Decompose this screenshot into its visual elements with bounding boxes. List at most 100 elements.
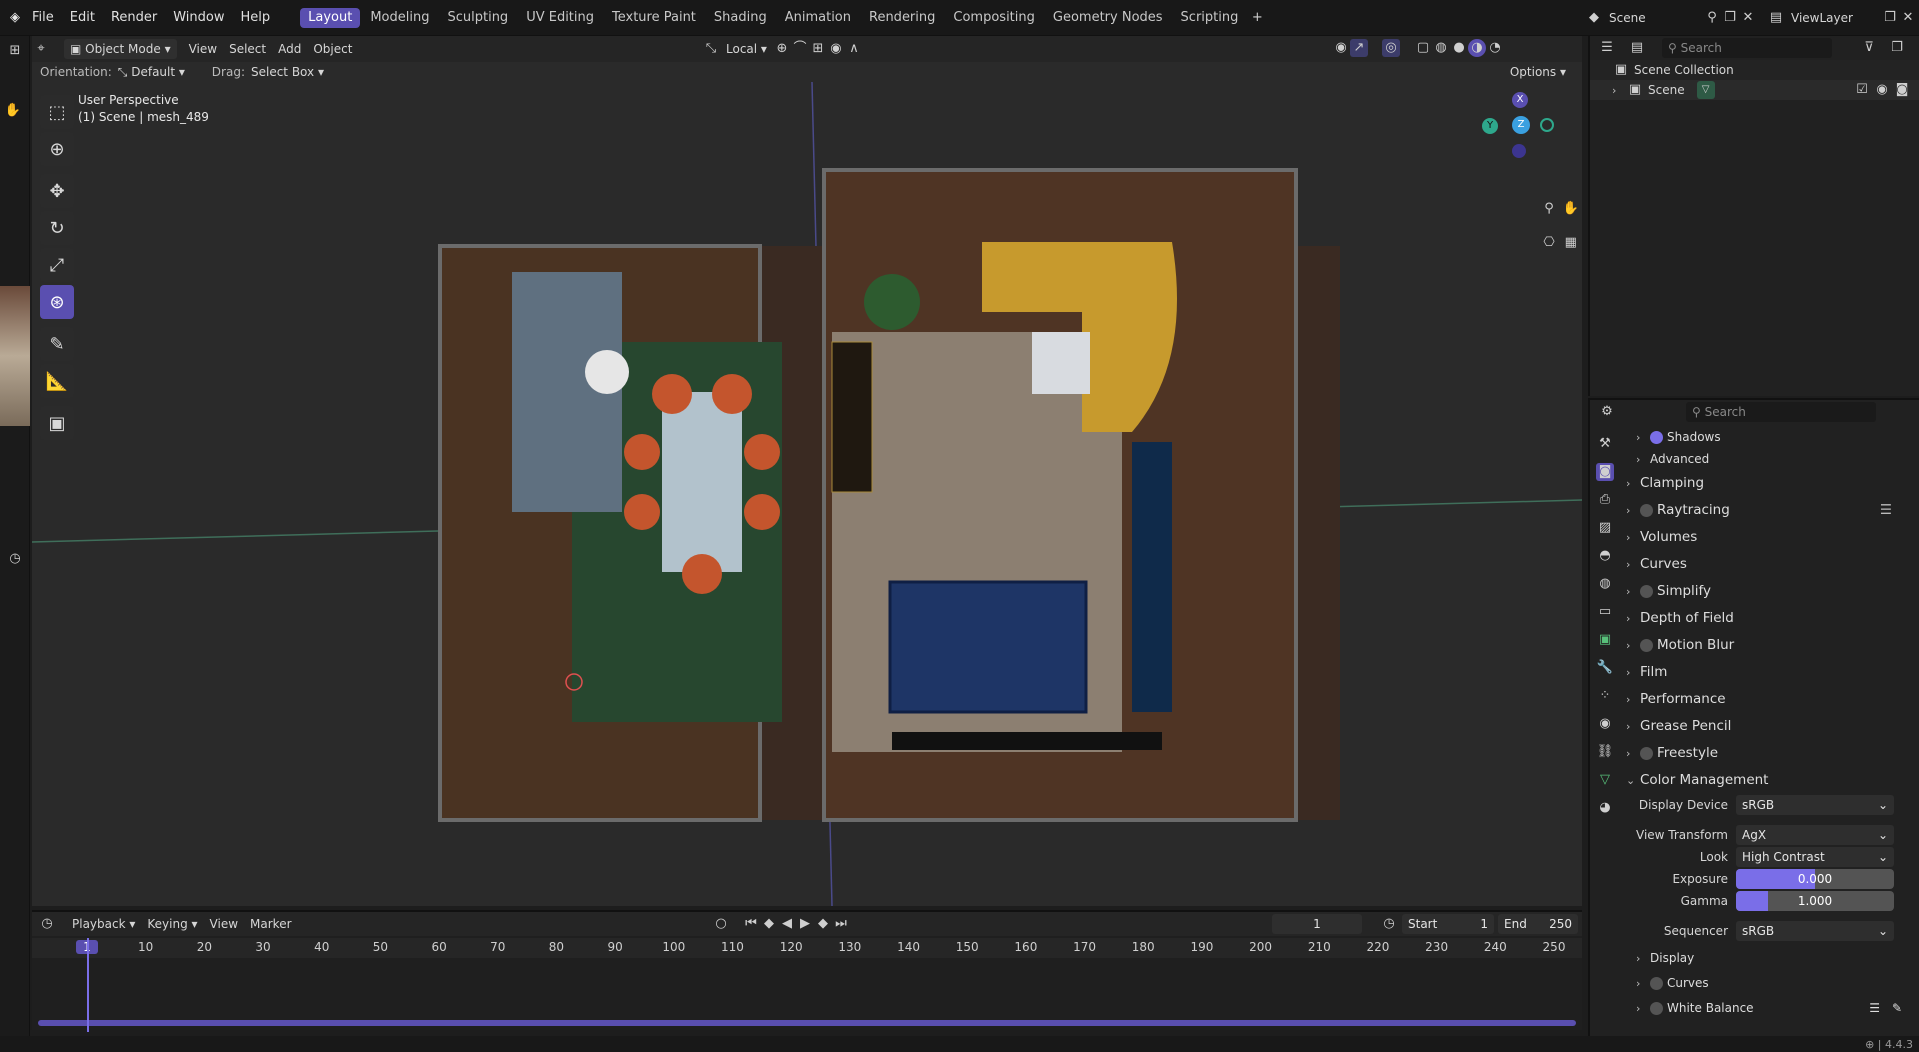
menu-view[interactable]: View — [183, 39, 223, 59]
add-cube-tool[interactable]: ▣ — [40, 406, 74, 440]
viewlayer-name-field[interactable]: ViewLayer — [1785, 8, 1881, 28]
gizmo-y-axis[interactable]: Y — [1482, 118, 1498, 134]
raytracing-checkbox[interactable] — [1640, 503, 1653, 517]
view-transform-dropdown[interactable]: AgX ⌄ — [1736, 825, 1894, 845]
start-frame-field[interactable]: Start 1 — [1402, 914, 1494, 934]
editor-type-icon[interactable]: ⊞ — [6, 42, 24, 60]
snap-target-icon[interactable]: ⊞ — [809, 40, 827, 58]
section-film[interactable]: › Film — [1626, 659, 1916, 686]
gizmo-x-axis[interactable]: X — [1512, 92, 1528, 108]
physics-tab-icon[interactable]: ◉ — [1596, 715, 1614, 733]
scene-data-icon[interactable]: ▽ — [1696, 81, 1715, 99]
look-dropdown[interactable]: High Contrast ⌄ — [1736, 847, 1894, 867]
camera-render-icon[interactable]: ◙ — [1893, 81, 1911, 99]
display-device-dropdown[interactable]: sRGB ⌄ — [1736, 795, 1894, 815]
gamma-slider[interactable]: 1.000 — [1736, 891, 1894, 911]
frame-ruler[interactable]: 1102030405060708090100110120130140150160… — [32, 938, 1582, 958]
stopwatch-icon[interactable]: ◷ — [1380, 915, 1398, 933]
blender-logo-icon[interactable]: ◈ — [6, 9, 24, 27]
measure-tool[interactable]: 📐 — [40, 364, 74, 398]
overlays-icon[interactable]: ◎ — [1382, 39, 1400, 57]
end-frame-field[interactable]: End 250 — [1498, 914, 1578, 934]
zoom-icon[interactable]: ⚲ — [1540, 200, 1558, 218]
prev-keyframe-icon[interactable]: ◆ — [760, 915, 778, 933]
solid-shading-icon[interactable]: ● — [1450, 39, 1468, 57]
scale-tool[interactable]: ⤢ — [40, 248, 74, 282]
tab-scripting[interactable]: Scripting — [1173, 8, 1247, 28]
section-advanced[interactable]: › Advanced — [1626, 448, 1916, 470]
menu-render[interactable]: Render — [103, 0, 165, 36]
properties-search-input[interactable]: ⚲ Search — [1686, 402, 1876, 422]
menu-select[interactable]: Select — [223, 39, 272, 59]
tab-sculpting[interactable]: Sculpting — [439, 8, 516, 28]
scene-name-field[interactable]: Scene — [1603, 8, 1703, 28]
pan-hand-icon[interactable]: ✋ — [1562, 200, 1580, 218]
section-shadows[interactable]: › Shadows — [1626, 426, 1916, 448]
gizmo-neg-x-axis[interactable] — [1512, 144, 1526, 158]
checkbox-icon[interactable]: ☑ — [1853, 81, 1871, 99]
shadows-checkbox[interactable] — [1650, 431, 1663, 444]
xray-icon[interactable]: ▢ — [1414, 39, 1432, 57]
transform-orientation-dropdown[interactable]: Local ▾ — [720, 39, 773, 59]
menu-file[interactable]: File — [24, 0, 62, 36]
display-mode-icon[interactable]: ▤ — [1628, 39, 1646, 57]
add-workspace-icon[interactable]: + — [1248, 9, 1266, 27]
tab-geometry-nodes[interactable]: Geometry Nodes — [1045, 8, 1171, 28]
timeline-scrollbar[interactable] — [38, 1020, 1576, 1026]
mode-dropdown[interactable]: ▣ Object Mode ▾ — [64, 39, 177, 59]
motion-blur-checkbox[interactable] — [1640, 638, 1653, 652]
section-freestyle[interactable]: › Freestyle — [1626, 740, 1916, 767]
options-dropdown[interactable]: Options ▾ — [1504, 62, 1572, 82]
rendered-shading-icon[interactable]: ◔ — [1486, 39, 1504, 57]
playback-menu[interactable]: Playback ▾ — [66, 914, 141, 934]
section-clamping[interactable]: › Clamping — [1626, 470, 1916, 497]
clock-icon[interactable]: ◷ — [6, 550, 24, 568]
expand-chevron-icon[interactable]: › — [1612, 84, 1626, 97]
subsection-white-balance[interactable]: › White Balance ☰ ✎ — [1626, 996, 1916, 1021]
select-box-tool[interactable]: ⬚ — [40, 95, 74, 129]
transform-tool[interactable]: ⊛ — [40, 285, 74, 319]
tab-modeling[interactable]: Modeling — [362, 8, 437, 28]
rotate-tool[interactable]: ↻ — [40, 211, 74, 245]
section-depth-of-field[interactable]: › Depth of Field — [1626, 605, 1916, 632]
freestyle-checkbox[interactable] — [1640, 746, 1653, 760]
world-tab-icon[interactable]: ◍ — [1596, 575, 1614, 593]
keying-menu[interactable]: Keying ▾ — [141, 914, 203, 934]
jump-start-icon[interactable]: ⏮ — [742, 915, 760, 933]
play-reverse-icon[interactable]: ◀ — [778, 915, 796, 933]
next-keyframe-icon[interactable]: ◆ — [814, 915, 832, 933]
new-viewlayer-icon[interactable]: ❐ — [1881, 9, 1899, 27]
tab-uv-editing[interactable]: UV Editing — [518, 8, 602, 28]
3d-viewport[interactable]: User Perspective (1) Scene | mesh_489 ⬚ … — [32, 82, 1582, 906]
particles-tab-icon[interactable]: ⁘ — [1596, 687, 1614, 705]
gizmo-toggle-icon[interactable]: ↗ — [1350, 39, 1368, 57]
orientation-dropdown[interactable]: ⤡ Default ▾ — [112, 62, 206, 82]
menu-edit[interactable]: Edit — [62, 0, 103, 36]
new-collection-icon[interactable]: ❐ — [1888, 39, 1906, 57]
tool-tab-icon[interactable]: ⚒ — [1596, 435, 1614, 453]
remove-scene-icon[interactable]: ✕ — [1739, 9, 1757, 27]
ortho-grid-icon[interactable]: ▦ — [1562, 234, 1580, 252]
current-frame-field[interactable]: 1 — [1272, 914, 1362, 934]
gizmo-z-axis[interactable]: Z — [1512, 116, 1530, 134]
modifier-tab-icon[interactable]: 🔧 — [1596, 659, 1614, 677]
annotate-tool[interactable]: ✎ — [40, 327, 74, 361]
subsection-curves[interactable]: › Curves — [1626, 971, 1916, 996]
new-scene-icon[interactable]: ❐ — [1721, 9, 1739, 27]
menu-window[interactable]: Window — [165, 0, 232, 36]
cursor-tool[interactable]: ⊕ — [40, 132, 74, 166]
render-tab-icon[interactable]: ◙ — [1596, 463, 1614, 481]
properties-editor-icon[interactable]: ⚙ — [1598, 403, 1616, 421]
menu-add[interactable]: Add — [272, 39, 307, 59]
outliner-editor-icon[interactable]: ☰ — [1598, 39, 1616, 57]
section-motion-blur[interactable]: › Motion Blur — [1626, 632, 1916, 659]
section-volumes[interactable]: › Volumes — [1626, 524, 1916, 551]
pin-icon[interactable]: ⚲ — [1703, 9, 1721, 27]
camera-view-icon[interactable]: ⎔ — [1540, 234, 1558, 252]
timeline-view-menu[interactable]: View — [204, 914, 244, 934]
tab-compositing[interactable]: Compositing — [945, 8, 1043, 28]
tab-animation[interactable]: Animation — [777, 8, 859, 28]
sequencer-dropdown[interactable]: sRGB ⌄ — [1736, 921, 1894, 941]
jump-end-icon[interactable]: ⏭ — [832, 915, 850, 933]
visibility-icon[interactable]: ◉ — [1332, 39, 1350, 57]
